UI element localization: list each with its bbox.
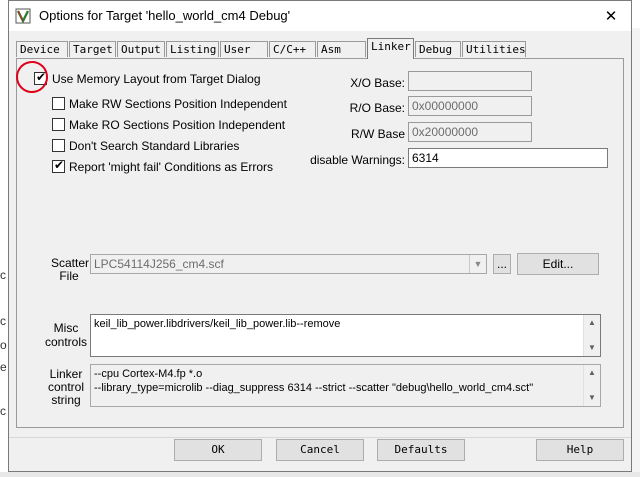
ro-base-label: R/O Base:	[349, 101, 405, 115]
rw-position-independent-checkbox[interactable]	[52, 97, 65, 110]
scatter-file-combo[interactable]: LPC54114J256_cm4.scf ▼	[90, 254, 487, 274]
linker-tab-panel: ✔ Use Memory Layout from Target Dialog M…	[16, 58, 624, 428]
tab-linker[interactable]: Linker	[367, 38, 414, 59]
rw-base-field[interactable]: 0x20000000	[408, 122, 532, 142]
xo-base-label: X/O Base:	[350, 76, 405, 90]
dont-search-libraries-label: Don't Search Standard Libraries	[69, 139, 240, 153]
scroll-up-arrow-icon[interactable]: ▲	[584, 366, 600, 380]
scatter-edit-button[interactable]: Edit...	[517, 253, 599, 275]
linker-string-line: --library_type=microlib --diag_suppress …	[94, 382, 534, 394]
tab-output[interactable]: Output	[117, 41, 165, 57]
chevron-down-icon[interactable]: ▼	[469, 255, 486, 273]
tab-utilities[interactable]: Utilities	[462, 41, 526, 57]
tab-target[interactable]: Target	[69, 41, 116, 57]
use-memory-layout-label: Use Memory Layout from Target Dialog	[52, 72, 261, 86]
tab-asm[interactable]: Asm	[317, 41, 366, 57]
tab-user[interactable]: User	[220, 41, 268, 57]
misc-controls-scrollbar[interactable]: ▲ ▼	[583, 315, 600, 356]
scatter-file-label-line2: File	[59, 269, 79, 283]
background-glyph: o	[0, 338, 7, 352]
tab-listing[interactable]: Listing	[166, 41, 219, 57]
options-dialog: Options for Target 'hello_world_cm4 Debu…	[8, 0, 632, 472]
xo-base-field[interactable]	[408, 71, 532, 91]
linker-string-textarea[interactable]: --cpu Cortex-M4.fp *.o --library_type=mi…	[90, 364, 601, 407]
help-button[interactable]: Help	[536, 439, 624, 461]
rw-position-independent-label: Make RW Sections Position Independent	[69, 97, 287, 111]
linker-string-label-line3: string	[51, 393, 81, 407]
tab-debug[interactable]: Debug	[415, 41, 461, 57]
scroll-down-arrow-icon[interactable]: ▼	[584, 391, 600, 405]
scatter-file-value: LPC54114J256_cm4.scf	[94, 257, 224, 271]
rw-base-label: R/W Base	[350, 127, 405, 141]
background-glyph: c	[0, 268, 6, 282]
misc-controls-label-line1: Misc	[53, 321, 79, 335]
ro-position-independent-checkbox[interactable]	[52, 118, 65, 131]
misc-controls-textarea[interactable]: keil_lib_power.libdrivers/keil_lib_power…	[90, 314, 601, 357]
disable-warnings-label: disable Warnings:	[310, 153, 405, 167]
dont-search-libraries-checkbox[interactable]	[52, 139, 65, 152]
might-fail-errors-label: Report 'might fail' Conditions as Errors	[69, 160, 273, 174]
linker-string-label-line2: control	[47, 380, 85, 394]
linker-string-label-line1: Linker	[49, 367, 83, 381]
background-glyph: c	[0, 404, 6, 418]
close-icon[interactable]: ✕	[597, 3, 625, 29]
linker-string-line: --cpu Cortex-M4.fp *.o	[94, 368, 203, 380]
footer-separator	[9, 437, 631, 438]
scroll-down-arrow-icon[interactable]: ▼	[584, 341, 600, 355]
ro-base-field[interactable]: 0x00000000	[408, 96, 532, 116]
misc-controls-label-line2: controls	[44, 335, 88, 349]
misc-controls-value: keil_lib_power.libdrivers/keil_lib_power…	[94, 318, 341, 330]
ro-position-independent-label: Make RO Sections Position Independent	[69, 118, 286, 132]
background-bottom	[0, 472, 640, 477]
background-glyph: e	[0, 360, 7, 374]
scatter-file-label-line1: Scatter	[51, 256, 90, 270]
title-bar[interactable]: Options for Target 'hello_world_cm4 Debu…	[9, 1, 631, 31]
check-mark-icon: ✔	[54, 158, 65, 172]
scatter-browse-button[interactable]: ...	[493, 254, 511, 274]
scroll-up-arrow-icon[interactable]: ▲	[584, 316, 600, 330]
tab-device[interactable]: Device	[16, 41, 68, 57]
disable-warnings-input[interactable]: 6314	[408, 148, 608, 168]
might-fail-errors-checkbox[interactable]: ✔	[52, 158, 65, 173]
cancel-button[interactable]: Cancel	[276, 439, 364, 461]
dialog-title: Options for Target 'hello_world_cm4 Debu…	[39, 8, 291, 23]
keil-uvision-icon	[15, 8, 31, 24]
ok-button[interactable]: OK	[174, 439, 262, 461]
defaults-button[interactable]: Defaults	[377, 439, 465, 461]
linker-string-scrollbar[interactable]: ▲ ▼	[583, 365, 600, 406]
background-glyph: c	[0, 314, 6, 328]
tab-c-cpp[interactable]: C/C++	[269, 41, 316, 57]
